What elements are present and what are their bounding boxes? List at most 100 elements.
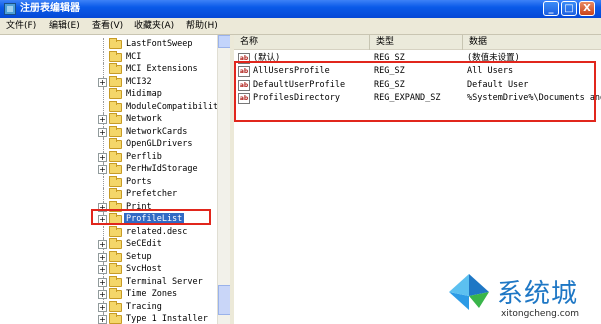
tree-item-secedit[interactable]: + SeCEdit [0,238,217,250]
folder-icon [109,50,122,62]
tree-item-label: SeCEdit [126,239,162,249]
regedit-app-icon [4,3,16,15]
menu-favorites[interactable]: 收藏夹(A) [134,21,174,32]
tree-item-ports[interactable]: Ports [0,175,217,188]
minimize-button[interactable]: _ [543,1,559,16]
title-bar: 注册表编辑器 _ □ X [0,0,601,18]
tree-item-label: Time Zones [126,289,178,299]
folder-icon [109,38,122,49]
tree-item-lastfontsweep[interactable]: LastFontSweep [0,38,217,50]
tree-item-label: MCI [126,51,142,62]
folder-icon [109,150,122,162]
tree-item-networkcards[interactable]: + NetworkCards [0,125,217,138]
tree-item-type-1-installer[interactable]: + Type 1 Installer [0,313,217,324]
expand-plus-icon[interactable]: + [98,127,107,137]
tree-item-svchost[interactable]: + SvcHost [0,263,217,275]
tree-item-related-desc[interactable]: related.desc [0,225,217,238]
tree-item-label: MCI Extensions [126,64,198,74]
tree-item-mci32[interactable]: + MCI32 [0,75,217,88]
tree-line [103,188,104,200]
expand-plus-icon[interactable]: + [98,265,107,274]
tree-item-network[interactable]: + Network [0,113,217,125]
expand-plus-icon[interactable]: + [98,290,107,299]
tree-item-label: Tracing [126,301,162,312]
tree-item-label: ModuleCompatibility [126,101,224,112]
tree-line [103,100,104,113]
menu-bar: 文件(F) 编辑(E) 查看(V) 收藏夹(A) 帮助(H) [0,18,601,35]
tree-item-label: PerHwIdStorage [126,164,198,174]
menu-help[interactable]: 帮助(H) [186,21,218,32]
tree-item-opengldrivers[interactable]: OpenGLDrivers [0,138,217,150]
annotation-box-tree [91,209,211,225]
tree-item-label: Midimap [126,89,162,99]
folder-icon [109,100,122,112]
folder-icon [109,225,122,237]
folder-icon [109,275,122,287]
folder-icon [109,313,122,324]
maximize-button[interactable]: □ [561,1,577,16]
tree-item-terminal-server[interactable]: + Terminal Server [0,275,217,288]
tree-line [103,225,104,238]
tree-item-label: Perflib [126,151,162,162]
expand-plus-icon[interactable]: + [98,252,107,262]
tree-item-label: NetworkCards [126,126,188,137]
tree-line [103,88,104,100]
folder-icon [109,125,122,137]
tree-item-perhwidstorage[interactable]: + PerHwIdStorage [0,163,217,175]
tree-item-label: MCI32 [126,76,152,87]
folder-icon [109,238,122,249]
folder-icon [109,113,122,124]
tree-item-label: related.desc [126,226,188,237]
folder-icon [109,250,122,262]
window-title: 注册表编辑器 [20,3,80,14]
watermark-brand: 系统城 [497,279,579,309]
column-name[interactable]: 名称 [234,35,370,50]
tree-item-tracing[interactable]: + Tracing [0,300,217,313]
tree-item-time-zones[interactable]: + Time Zones [0,288,217,300]
expand-plus-icon[interactable]: + [98,115,107,124]
tree-item-setup[interactable]: + Setup [0,250,217,263]
expand-plus-icon[interactable]: + [98,315,107,324]
tree-item-mci-extensions[interactable]: MCI Extensions [0,63,217,75]
tree-item-label: LastFontSweep [126,39,193,49]
registry-tree[interactable]: LastFontSweep MCI MCI Extensions + MCI32 Midi… [0,35,230,324]
tree-item-midimap[interactable]: Midimap [0,88,217,100]
tree-line [103,50,104,63]
tree-item-label: Ports [126,176,152,187]
expand-plus-icon[interactable]: + [98,302,107,312]
tree-item-label: SvcHost [126,264,162,274]
tree-line [103,138,104,150]
column-data[interactable]: 数据 [463,35,601,50]
tree-line [103,63,104,75]
tree-item-mci[interactable]: MCI [0,50,217,63]
folder-icon [109,63,122,74]
menu-edit[interactable]: 编辑(E) [49,21,80,32]
expand-plus-icon[interactable]: + [98,77,107,87]
tree-item-perflib[interactable]: + Perflib [0,150,217,163]
menu-view[interactable]: 查看(V) [92,21,123,32]
expand-plus-icon[interactable]: + [98,277,107,287]
tree-item-label: Network [126,114,162,124]
menu-file[interactable]: 文件(F) [6,21,36,32]
folder-icon [109,163,122,174]
expand-plus-icon[interactable]: + [98,165,107,174]
folder-icon [109,175,122,187]
tree-item-prefetcher[interactable]: Prefetcher [0,188,217,200]
expand-plus-icon[interactable]: + [98,152,107,162]
annotation-box-values [234,61,596,122]
column-type[interactable]: 类型 [370,35,463,50]
tree-item-modulecompatibility[interactable]: ModuleCompatibility [0,100,223,113]
tree-item-label: Prefetcher [126,189,178,199]
close-button[interactable]: X [579,1,595,16]
watermark-url: xitongcheng.com [501,309,579,319]
folder-icon [109,263,122,274]
tree-item-label: OpenGLDrivers [126,139,193,149]
expand-plus-icon[interactable]: + [98,240,107,249]
watermark: 系统城 xitongcheng.com [445,270,601,324]
folder-icon [109,88,122,99]
list-header: 名称 类型 数据 [234,35,601,50]
tree-scrollbar[interactable] [217,35,231,324]
folder-icon [109,188,122,199]
folder-icon [109,138,122,149]
tree-line [103,175,104,188]
